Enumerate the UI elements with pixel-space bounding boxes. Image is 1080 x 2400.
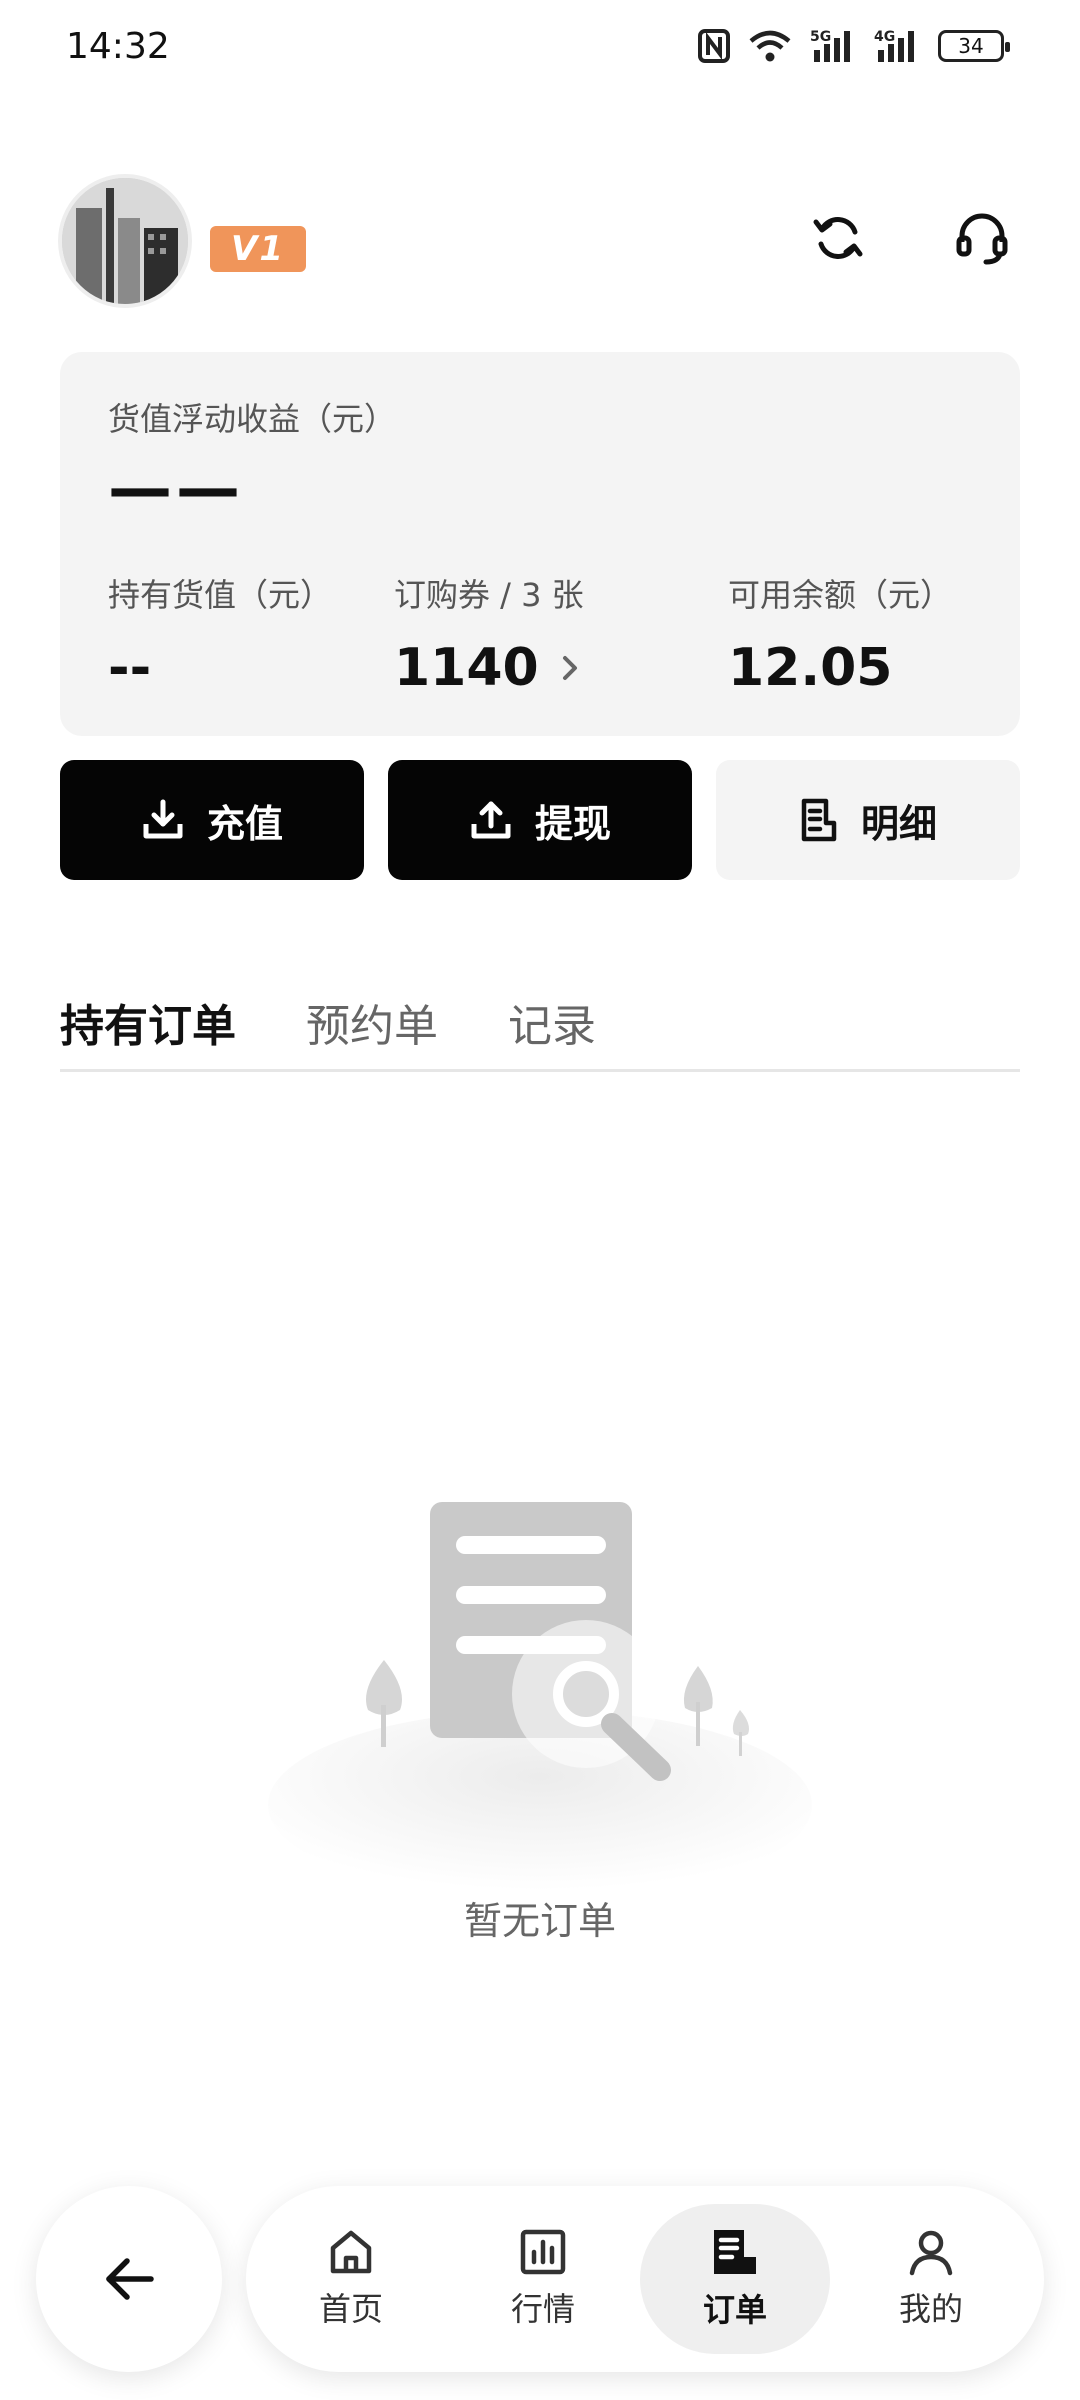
detail-label: 明细	[860, 801, 937, 846]
status-bar: 14:32 5G 4G 34	[0, 0, 1080, 100]
nfc-icon	[698, 29, 730, 63]
tab-holding-orders[interactable]: 持有订单	[60, 990, 236, 1054]
signal-4g-icon: 4G	[874, 28, 920, 64]
vip-badge: V1	[210, 226, 306, 272]
upload-icon	[471, 801, 511, 839]
nav-orders[interactable]: 订单	[640, 2204, 830, 2354]
tab-reservations[interactable]: 预约单	[306, 990, 438, 1054]
nav-home[interactable]: 首页	[256, 2204, 446, 2354]
home-icon	[330, 2230, 372, 2274]
coupon-stat[interactable]: 订购券 / 3 张 1140	[394, 570, 584, 698]
signal-5g-icon: 5G	[810, 28, 856, 64]
signal-5g-label: 5G	[810, 29, 831, 45]
document-icon	[801, 798, 837, 842]
balance-stat: 可用余额（元） 12.05	[728, 570, 952, 698]
order-icon	[714, 2230, 756, 2274]
withdraw-button[interactable]: 提现	[388, 760, 692, 880]
balance-value: 12.05	[728, 638, 893, 698]
detail-button[interactable]: 明细	[716, 760, 1020, 880]
user-icon	[909, 2230, 953, 2276]
status-time: 14:32	[66, 26, 170, 67]
chevron-right-icon	[562, 656, 577, 680]
refresh-button[interactable]	[800, 200, 876, 276]
recharge-label: 充值	[206, 801, 283, 846]
coupon-label: 订购券 / 3 张	[394, 576, 584, 614]
tab-records[interactable]: 记录	[508, 990, 596, 1054]
empty-state-text: 暂无订单	[463, 1899, 616, 1943]
empty-order-illustration	[260, 1480, 820, 1900]
headset-icon	[956, 213, 1008, 265]
floating-profit-label: 货值浮动收益（元）	[108, 400, 397, 438]
avatar[interactable]	[58, 174, 192, 308]
nav-orders-label: 订单	[702, 2291, 767, 2329]
wifi-icon	[748, 29, 792, 63]
signal-4g-label: 4G	[874, 29, 895, 45]
battery-indicator: 34	[938, 30, 1010, 62]
nav-market-label: 行情	[510, 2290, 575, 2328]
nav-profile[interactable]: 我的	[836, 2204, 1026, 2354]
download-icon	[143, 799, 183, 839]
holding-value: --	[108, 638, 152, 698]
floating-profit-value: ——	[108, 452, 244, 526]
refresh-icon	[813, 217, 863, 259]
asset-summary-card: 货值浮动收益（元） —— 持有货值（元） -- 订购券 / 3 张 1140 可…	[60, 352, 1020, 736]
nav-profile-label: 我的	[898, 2290, 963, 2328]
withdraw-label: 提现	[534, 801, 611, 846]
holding-value-stat: 持有货值（元） --	[108, 570, 332, 698]
back-button[interactable]	[36, 2186, 222, 2372]
order-tabs: 持有订单 预约单 记录	[60, 990, 1020, 1072]
coupon-value: 1140	[394, 638, 539, 698]
balance-label: 可用余额（元）	[728, 576, 953, 614]
status-icons: 5G 4G 34	[698, 28, 1010, 64]
bottom-navigation: 首页 行情 订单 我的	[246, 2186, 1044, 2372]
holding-label: 持有货值（元）	[108, 576, 333, 614]
nav-market[interactable]: 行情	[448, 2204, 638, 2354]
arrow-left-icon	[106, 2258, 154, 2300]
recharge-button[interactable]: 充值	[60, 760, 364, 880]
nav-home-label: 首页	[318, 2290, 383, 2328]
customer-service-button[interactable]	[944, 200, 1020, 276]
chart-icon	[520, 2229, 566, 2275]
